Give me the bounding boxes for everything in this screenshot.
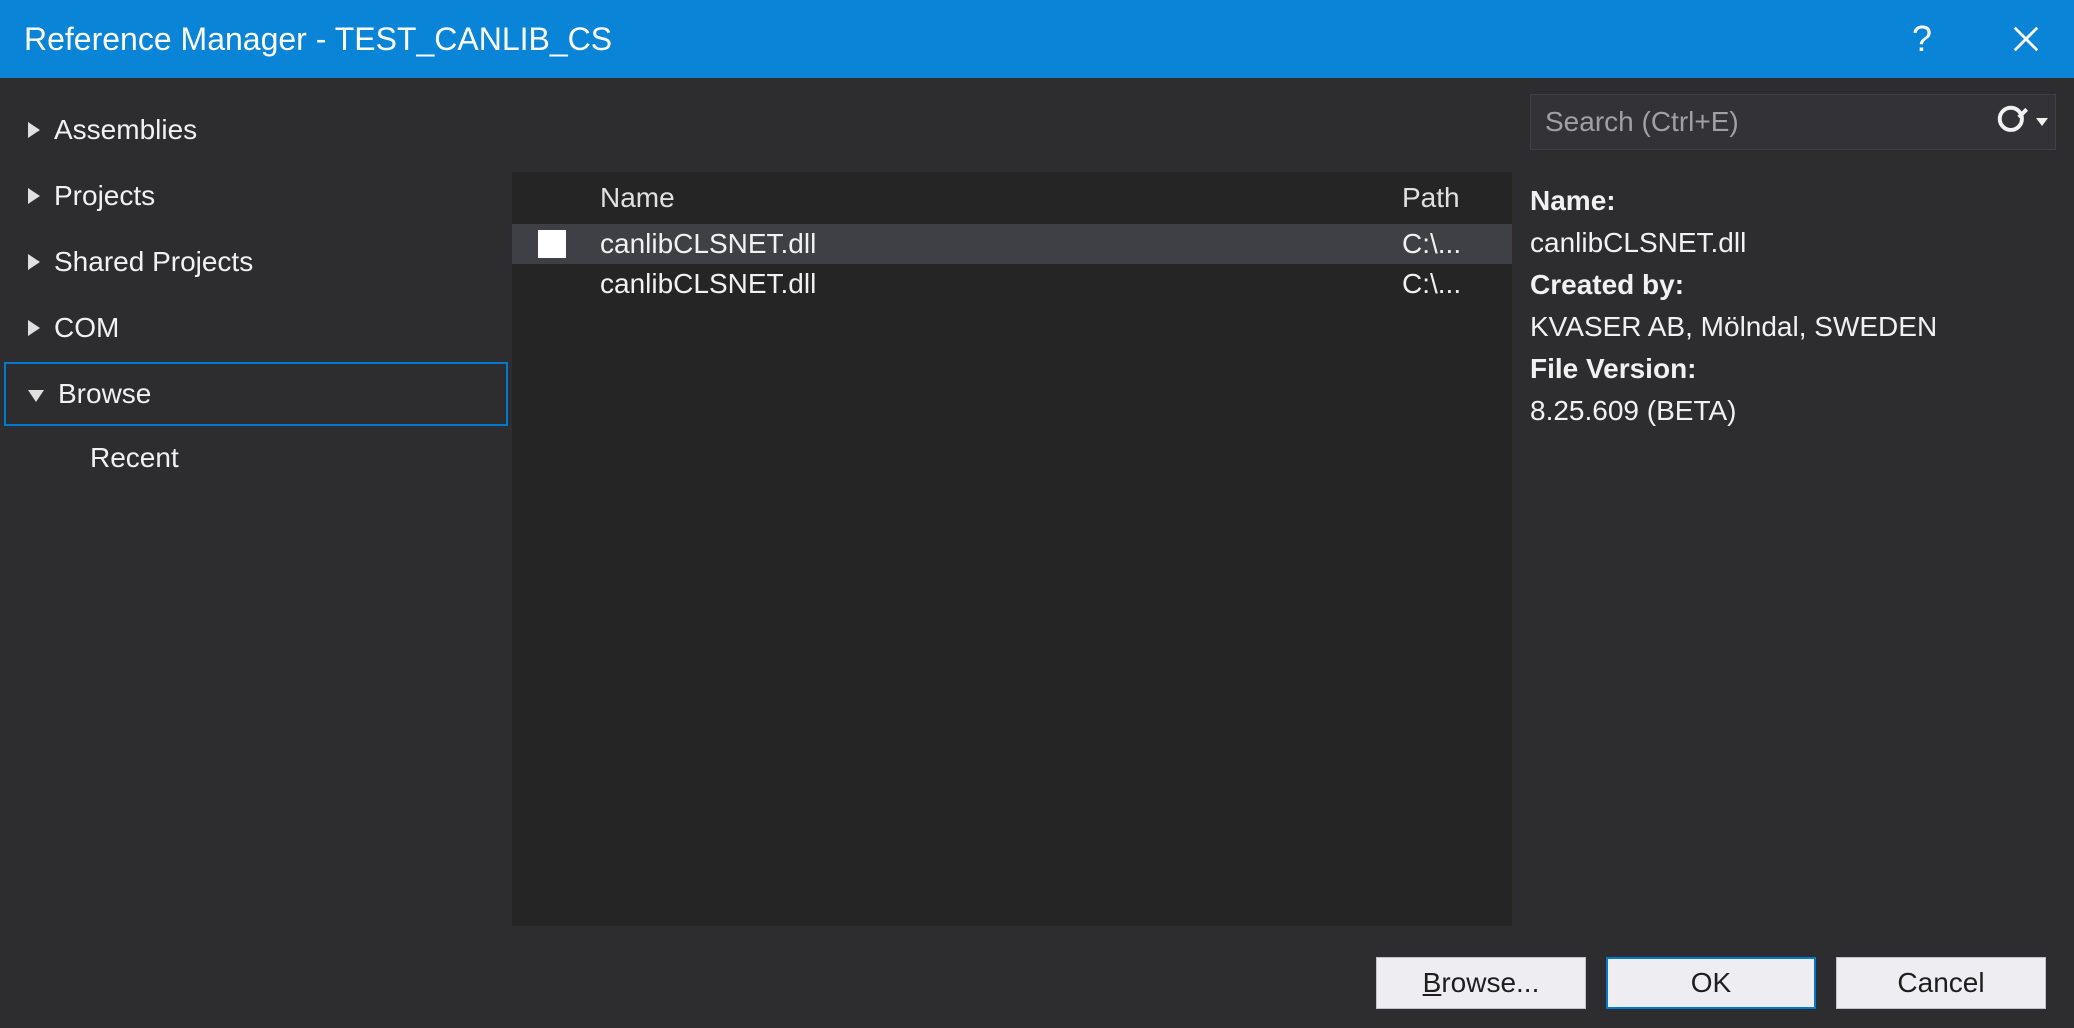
sidebar-item-label: Browse: [58, 378, 151, 410]
sidebar-item-label: Shared Projects: [54, 246, 253, 278]
detail-createdby-label: Created by:: [1530, 269, 1684, 300]
list-header: Name Path: [512, 172, 1512, 224]
detail-name-label: Name:: [1530, 185, 1616, 216]
row-checkbox[interactable]: [512, 230, 592, 258]
chevron-right-icon: [28, 320, 40, 336]
sidebar-item-label: COM: [54, 312, 119, 344]
row-name: canlibCLSNET.dll: [592, 228, 1402, 260]
details-panel: Name: canlibCLSNET.dll Created by: KVASE…: [1512, 78, 2074, 938]
sidebar-item-shared-projects[interactable]: Shared Projects: [4, 230, 508, 294]
browse-button[interactable]: Browse...: [1376, 957, 1586, 1009]
column-check: [512, 182, 592, 214]
browse-accel: B: [1423, 967, 1442, 998]
sidebar-subitem-recent[interactable]: Recent: [0, 428, 512, 488]
dialog-body: Assemblies Projects Shared Projects COM …: [0, 78, 2074, 938]
sidebar-item-label: Projects: [54, 180, 155, 212]
chevron-right-icon: [28, 122, 40, 138]
chevron-right-icon: [28, 254, 40, 270]
sidebar-item-projects[interactable]: Projects: [4, 164, 508, 228]
table-row[interactable]: canlibCLSNET.dll C:\...: [512, 264, 1512, 304]
close-icon: [2011, 24, 2041, 54]
table-row[interactable]: canlibCLSNET.dll C:\...: [512, 224, 1512, 264]
column-header-name[interactable]: Name: [592, 182, 1402, 214]
search-input[interactable]: [1531, 106, 1995, 138]
title-controls: ?: [1898, 15, 2050, 63]
details: Name: canlibCLSNET.dll Created by: KVASE…: [1530, 180, 2056, 432]
detail-name-value: canlibCLSNET.dll: [1530, 227, 1746, 258]
titlebar: Reference Manager - TEST_CANLIB_CS ?: [0, 0, 2074, 78]
sidebar-item-assemblies[interactable]: Assemblies: [4, 98, 508, 162]
search-dropdown[interactable]: [2035, 118, 2055, 126]
detail-version-label: File Version:: [1530, 353, 1697, 384]
search-box[interactable]: [1530, 94, 2056, 150]
cancel-button[interactable]: Cancel: [1836, 957, 2046, 1009]
row-name: canlibCLSNET.dll: [592, 268, 1402, 300]
dialog-footer: Browse... OK Cancel: [0, 938, 2074, 1028]
chevron-down-icon: [28, 390, 44, 402]
close-button[interactable]: [2002, 15, 2050, 63]
sidebar: Assemblies Projects Shared Projects COM …: [0, 78, 512, 938]
sidebar-item-com[interactable]: COM: [4, 296, 508, 360]
search-icon[interactable]: [1995, 103, 2033, 141]
checkbox-icon: [538, 230, 566, 258]
chevron-right-icon: [28, 188, 40, 204]
detail-createdby-value: KVASER AB, Mölndal, SWEDEN: [1530, 311, 1937, 342]
browse-rest: rowse...: [1441, 967, 1539, 998]
chevron-down-icon: [2036, 118, 2048, 126]
detail-version-value: 8.25.609 (BETA): [1530, 395, 1736, 426]
sidebar-subitem-label: Recent: [90, 442, 179, 473]
sidebar-item-browse[interactable]: Browse: [4, 362, 508, 426]
window-title: Reference Manager - TEST_CANLIB_CS: [24, 21, 1898, 58]
ok-button[interactable]: OK: [1606, 957, 1816, 1009]
column-header-path[interactable]: Path: [1402, 182, 1512, 214]
reference-list: Name Path canlibCLSNET.dll C:\... canlib…: [512, 172, 1512, 926]
sidebar-item-label: Assemblies: [54, 114, 197, 146]
row-path: C:\...: [1402, 228, 1512, 260]
row-path: C:\...: [1402, 268, 1512, 300]
help-icon: ?: [1912, 18, 1932, 60]
help-button[interactable]: ?: [1898, 15, 1946, 63]
